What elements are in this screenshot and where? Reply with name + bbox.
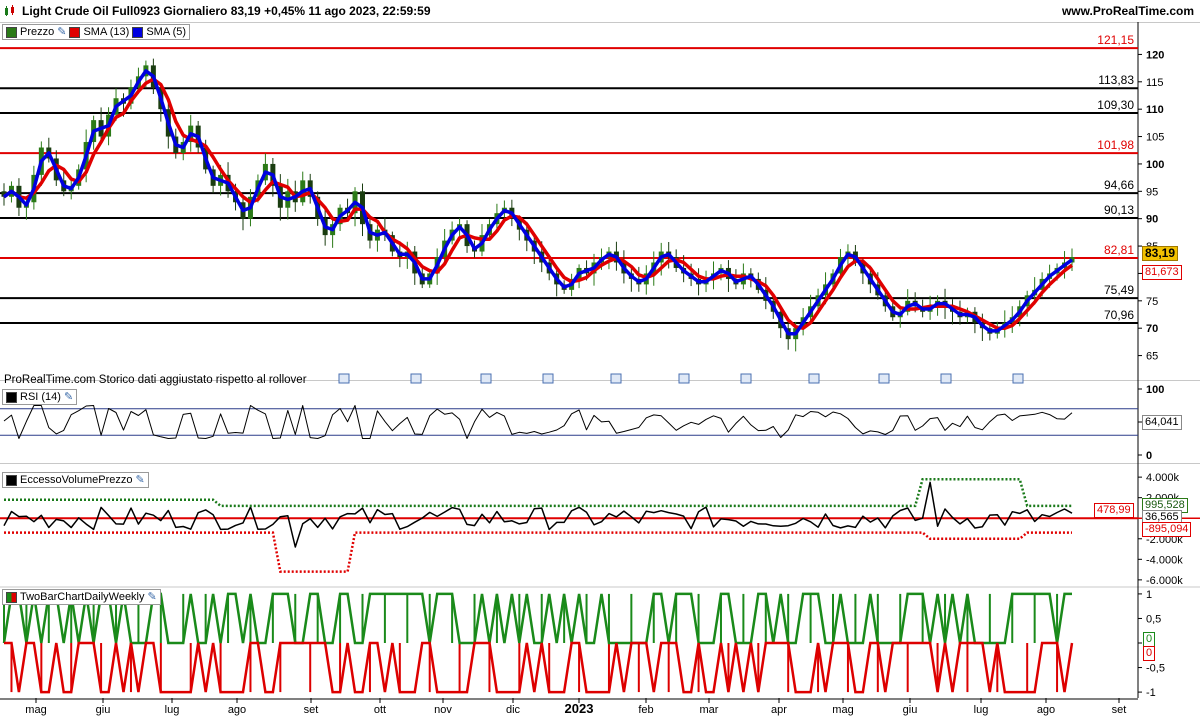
twobar-green-line [2, 592, 1072, 645]
x-axis-label: 2023 [565, 701, 594, 716]
price-axis-label: 105 [1146, 132, 1164, 144]
calendar-icon [878, 373, 890, 384]
calendar-icon [1012, 373, 1024, 384]
last-price-badge: 83,19 [1142, 246, 1179, 261]
calendar-icon [740, 373, 752, 384]
price-axis-label: 65 [1146, 351, 1158, 363]
x-axis-label: lug [165, 704, 180, 716]
sma5-line [2, 69, 1074, 336]
price-axis-label: 75 [1146, 296, 1158, 308]
level-label: 121,15 [1097, 33, 1134, 47]
x-axis-label: nov [434, 704, 452, 716]
x-axis-label: giu [96, 704, 111, 716]
price-swatch [6, 26, 17, 38]
x-axis-label: ago [228, 704, 246, 716]
calendar-icon [542, 373, 554, 384]
level-label: 101,98 [1097, 138, 1134, 152]
evp-axis-label: -6.000k [1146, 575, 1183, 587]
rsi-axis-label: 100 [1146, 384, 1164, 396]
x-axis-label: set [1112, 704, 1127, 716]
twobar-red-line [4, 641, 1074, 694]
twobar-axis-label: 1 [1146, 589, 1152, 601]
x-axis-label: mar [700, 704, 719, 716]
twobar-axis-label: -0,5 [1146, 663, 1165, 675]
rsi-legend[interactable]: RSI (14) ✎ [2, 389, 78, 405]
chart-header: Light Crude Oil Full0923 Giornaliero 83,… [0, 0, 1200, 23]
x-axis-label: feb [638, 704, 653, 716]
legend-evp: EccessoVolumePrezzo [20, 474, 133, 486]
watermark-text: ProRealTime.com Storico dati aggiustato … [4, 374, 307, 386]
rsi-axis-label: 0 [1146, 450, 1152, 462]
level-label: 90,13 [1104, 203, 1134, 217]
twobar-red-badge: 0 [1143, 646, 1156, 661]
evp-lower-badge: -895,094 [1142, 522, 1192, 537]
legend-sma13: SMA (13) [83, 26, 130, 38]
rsi-swatch [6, 391, 17, 403]
calendar-icon [410, 373, 422, 384]
sma13-line [2, 77, 1074, 330]
legend-rsi: RSI (14) [20, 391, 61, 403]
candlestick-logo-icon [5, 5, 14, 16]
calendar-icon [678, 373, 690, 384]
price-axis-label: 110 [1146, 104, 1164, 116]
chart-canvas[interactable]: 65707580859095100105110115120121,15113,8… [0, 22, 1200, 720]
rsi-last-badge: 64,041 [1142, 415, 1182, 430]
legend-prezzo: Prezzo [20, 26, 55, 38]
x-axis-label: dic [506, 704, 521, 716]
price-legend[interactable]: Prezzo ✎ SMA (13) SMA (5) [2, 24, 191, 40]
twobar-legend[interactable]: TwoBarChartDailyWeekly ✎ [2, 589, 161, 605]
level-label: 109,30 [1097, 98, 1134, 112]
level-label: 75,49 [1104, 283, 1134, 297]
evp-axis-label: -4.000k [1146, 554, 1183, 566]
twobar-swatch [6, 591, 17, 603]
evp-line [3, 481, 1073, 548]
x-axis-label: ago [1037, 704, 1055, 716]
sma13-last-badge: 81,673 [1142, 265, 1182, 280]
evp-left-badge: 478,99 [1094, 503, 1134, 518]
sma5-swatch [132, 26, 144, 38]
x-axis-label: mag [25, 704, 46, 716]
evp-lower-band [4, 531, 1072, 573]
price-axis-label: 90 [1146, 214, 1158, 226]
evp-axis-label: 4.000k [1146, 472, 1180, 484]
price-axis-label: 100 [1146, 159, 1164, 171]
calendar-icon [480, 373, 492, 384]
sma13-swatch [69, 26, 81, 38]
x-axis-label: giu [903, 704, 918, 716]
level-label: 94,66 [1104, 178, 1134, 192]
evp-swatch [6, 474, 17, 486]
level-label: 113,83 [1098, 73, 1134, 87]
instrument-title: Light Crude Oil Full0923 Giornaliero 83,… [22, 4, 431, 18]
evp-legend[interactable]: EccessoVolumePrezzo ✎ [2, 472, 149, 488]
x-axis-label: apr [771, 704, 787, 716]
price-axis-label: 115 [1146, 77, 1164, 89]
calendar-icon [610, 373, 622, 384]
evp-upper-band [4, 477, 1072, 508]
wrench-icon[interactable]: ✎ [64, 390, 73, 404]
twobar-green-badge: 0 [1143, 632, 1156, 647]
wrench-icon[interactable]: ✎ [136, 473, 145, 487]
level-label: 70,96 [1104, 308, 1134, 322]
x-axis-label: lug [974, 704, 989, 716]
price-axis-label: 95 [1146, 186, 1158, 198]
level-label: 82,81 [1104, 243, 1134, 257]
rsi-line [3, 405, 1073, 439]
calendar-icon [338, 373, 350, 384]
calendar-icon [808, 373, 820, 384]
site-link[interactable]: www.ProRealTime.com [1062, 4, 1194, 18]
twobar-axis-label: 0,5 [1146, 613, 1161, 625]
wrench-icon[interactable]: ✎ [148, 590, 157, 604]
x-axis-label: mag [832, 704, 853, 716]
price-axis-label: 70 [1146, 323, 1158, 335]
price-axis-label: 120 [1146, 49, 1164, 61]
legend-twobar: TwoBarChartDailyWeekly [20, 591, 145, 603]
twobar-axis-label: -1 [1146, 687, 1156, 699]
x-axis-label: ott [374, 704, 386, 716]
x-axis-label: set [304, 704, 319, 716]
legend-sma5: SMA (5) [146, 26, 187, 38]
calendar-icon [940, 373, 952, 384]
wrench-icon[interactable]: ✎ [57, 25, 66, 39]
